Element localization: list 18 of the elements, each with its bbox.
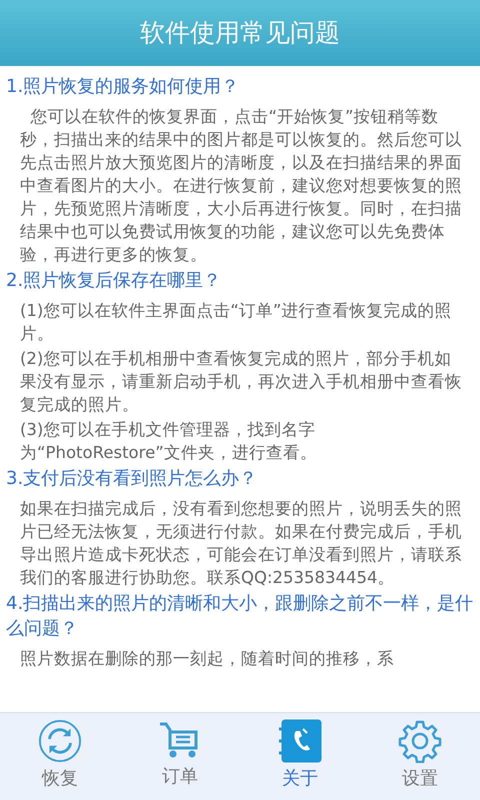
answer-text: (3)您可以在手机文件管理器，找到名字为“PhotoRestore”文件夹，进行查看。 [19,419,318,464]
phone-book-icon [278,719,322,763]
tab[interactable]: 恢复 [0,713,120,800]
answer-text: (1)您可以在软件主界面点击“订单”进行查看恢复完成的照片。 [19,300,452,345]
question-heading: 1.照片恢复的服务如何使用？ [6,75,240,99]
question-heading: 3.支付后没有看到照片怎么办？ [6,467,258,491]
page-title: 软件使用常见问题 [140,17,340,50]
tab[interactable]: 关于 [240,713,360,800]
refresh-icon [37,719,83,763]
answer-text: 如果在扫描完成后，没有看到您想要的照片，说明丢失的照片已经无法恢复，无须进行付款。如果在付费完成后，手机导出照片造成卡死状态，可能会在订单没看到照片，请联系我们的客服进行协助您。联系QQ:2535834454。 [19,498,463,589]
tab[interactable]: 订单 [120,713,240,800]
answer-text: 您可以在软件的恢复界面，点击“开始恢复”按钮稍等数秒，扫描出来的结果中的图片都是可以恢复的。然后您可以先点击照片放大预览图片的清晰度，以及在扫描结果的界面中查看图片的大小。在进行恢复前，建议您对想要恢复的照片，先预览照片清晰度，大小后再进行恢复。同时，在扫描结果中也可以免费试用恢复的功能，建议您可以先免费体验，再进行更多的恢复。 [19,106,463,266]
settings-icon [398,719,442,763]
answer-text: 照片数据在删除的那一刻起，随着时间的推移，系 [19,648,395,670]
answer-text: (2)您可以在手机相册中查看恢复完成的照片，部分手机如果没有显示，请重新启动手机，再次进入手机相册中查看恢复完成的照片。 [19,348,463,416]
question-heading: 4.扫描出来的照片的清晰和大小，跟删除之前不一样，是什么问题？ [6,592,474,641]
tab[interactable]: 设置 [360,713,480,800]
question-heading: 2.照片恢复后保存在哪里？ [6,269,222,293]
